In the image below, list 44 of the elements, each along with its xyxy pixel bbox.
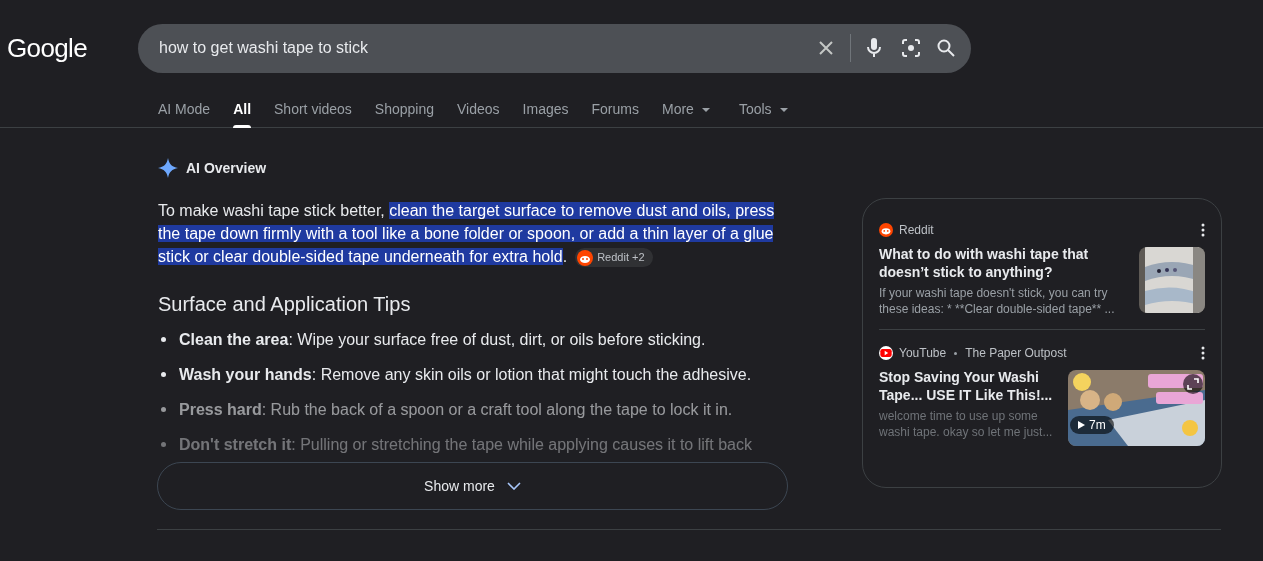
search-icon[interactable] (937, 39, 955, 57)
search-tab[interactable]: Short videos (274, 91, 352, 128)
reddit-icon (577, 249, 594, 266)
tip-text: Clean the area: Wipe your surface free of dust, dirt, or oils before sticking. (179, 329, 706, 350)
sparkle-icon (158, 158, 178, 178)
tip-text: Wash your hands: Remove any skin oils or lotion that might touch the adhesive. (179, 364, 752, 385)
overview-title: AI Overview (186, 158, 267, 178)
section-heading: Surface and Application Tips (158, 292, 412, 317)
search-tab[interactable]: Tools (738, 91, 788, 128)
play-logo-icon (879, 346, 893, 360)
channel-name: The Paper Outpost (965, 345, 1067, 362)
search-query: how to get washi tape to stick (159, 38, 369, 58)
play-icon (1078, 421, 1085, 429)
search-tab[interactable]: Shopping (374, 91, 435, 128)
search-tab[interactable]: Images (522, 91, 569, 128)
chevron-down-icon (506, 482, 521, 490)
bullet-icon (161, 442, 166, 447)
bullet-icon (161, 407, 166, 412)
search-field[interactable]: how to get washi tape to stick (138, 23, 971, 73)
search-tab[interactable]: AI Mode (158, 91, 211, 128)
result-snippet: If your washi tape doesn't stick, you can try these ideas: * **Clear double-sided tape** ... (879, 285, 1116, 317)
tip-text: Press hard: Rub the back of a spoon or a craft tool along the tape to lock it in. (179, 399, 733, 420)
duration-badge: 7m (1070, 416, 1114, 434)
logo[interactable]: Google (0, 28, 138, 68)
search-tab[interactable]: Forums (591, 91, 639, 128)
search-tab[interactable]: All (233, 91, 252, 128)
source-chip[interactable]: Reddit +2 (575, 248, 653, 268)
source-name: YouTube (899, 345, 947, 362)
more-options-icon[interactable] (1201, 346, 1205, 360)
result-title[interactable]: Stop Saving Your Washi Tape... USE IT Like This!... (879, 368, 1060, 404)
microphone-icon[interactable] (867, 38, 881, 58)
reddit-icon (879, 223, 893, 237)
expand-icon[interactable] (1183, 374, 1203, 394)
result-title[interactable]: What to do with washi tape that doesn’t stick to anything? (879, 245, 1131, 281)
source-name: Reddit (899, 222, 934, 239)
camera-icon[interactable] (901, 38, 921, 58)
tip-text: Don't stretch it: Pulling or stretching the tape while applying causes it to lift back (179, 434, 752, 455)
result-snippet: welcome time to use up some washi tape. okay so let me just... (879, 408, 1054, 440)
clear-icon[interactable] (818, 40, 834, 56)
bullet-icon (161, 337, 166, 342)
search-tab[interactable]: More (661, 91, 710, 128)
search-tab[interactable]: Videos (457, 91, 500, 128)
bullet-icon (161, 372, 166, 377)
more-options-icon[interactable] (1201, 223, 1205, 237)
